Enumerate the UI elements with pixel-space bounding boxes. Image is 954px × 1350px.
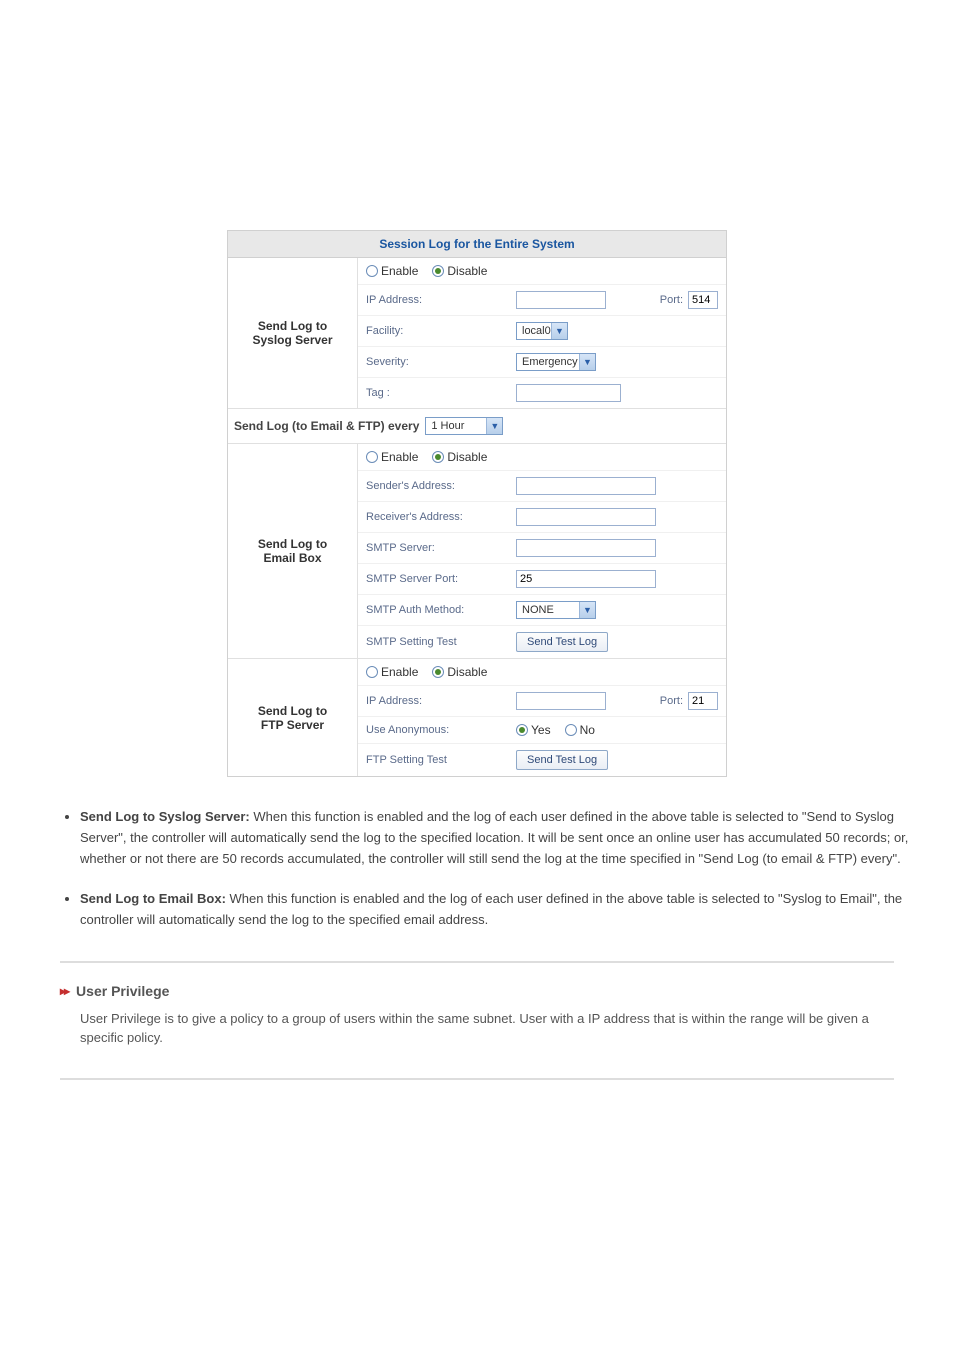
label-ftp-test: FTP Setting Test (366, 754, 516, 766)
input-ftp-ip[interactable] (516, 692, 606, 710)
section-title: User Privilege (76, 983, 169, 999)
select-interval[interactable]: 1 Hour ▼ (425, 417, 503, 435)
session-log-table: Session Log for the Entire System Send L… (227, 230, 727, 777)
label-smtp-server: SMTP Server: (366, 542, 516, 554)
table-title: Session Log for the Entire System (228, 231, 726, 258)
label-syslog-port: Port: (660, 294, 683, 306)
label-syslog-ip: IP Address: (366, 294, 516, 306)
explain-item-email: Send Log to Email Box: When this functio… (80, 889, 914, 931)
label-email-sender: Sender's Address: (366, 480, 516, 492)
chevron-down-icon: ▼ (486, 418, 502, 434)
section-email-label: Send Log to Email Box (228, 444, 358, 658)
section-syslog: Send Log to Syslog Server Enable Disable… (228, 258, 726, 409)
chevron-down-icon: ▼ (551, 323, 567, 339)
radio-anon-no[interactable]: No (565, 723, 595, 737)
row-interval: Send Log (to Email & FTP) every 1 Hour ▼ (228, 409, 726, 444)
radio-ftp-enable[interactable]: Enable (366, 665, 418, 679)
radio-email-enable[interactable]: Enable (366, 450, 418, 464)
btn-ftp-test[interactable]: Send Test Log (516, 750, 608, 770)
radio-syslog-disable[interactable]: Disable (432, 264, 487, 278)
section-email: Send Log to Email Box Enable Disable Sen… (228, 444, 726, 659)
label-smtp-auth: SMTP Auth Method: (366, 604, 516, 616)
label-smtp-test: SMTP Setting Test (366, 636, 516, 648)
label-syslog-facility: Facility: (366, 325, 516, 337)
section-header-user-privilege: ▸▸ User Privilege (60, 983, 914, 999)
label-ftp-anon: Use Anonymous: (366, 724, 516, 736)
section-ftp: Send Log to FTP Server Enable Disable IP… (228, 659, 726, 776)
select-syslog-severity[interactable]: Emergency ▼ (516, 353, 596, 371)
section-desc: User Privilege is to give a policy to a … (80, 1009, 894, 1048)
input-syslog-port[interactable] (688, 291, 718, 309)
select-syslog-facility[interactable]: local0 ▼ (516, 322, 568, 340)
radio-ftp-disable[interactable]: Disable (432, 665, 487, 679)
input-email-sender[interactable] (516, 477, 656, 495)
chevron-down-icon: ▼ (579, 602, 595, 618)
section-ftp-label: Send Log to FTP Server (228, 659, 358, 776)
input-smtp-port[interactable] (516, 570, 656, 588)
explain-item-syslog: Send Log to Syslog Server: When this fun… (80, 807, 914, 869)
radio-email-disable[interactable]: Disable (432, 450, 487, 464)
chevron-down-icon: ▼ (579, 354, 595, 370)
explanation-list: Send Log to Syslog Server: When this fun… (40, 807, 914, 931)
chevron-right-icon: ▸▸ (60, 984, 68, 998)
row-email-enable: Enable Disable (358, 444, 726, 471)
input-email-receiver[interactable] (516, 508, 656, 526)
label-syslog-severity: Severity: (366, 356, 516, 368)
row-ftp-enable: Enable Disable (358, 659, 726, 686)
input-smtp-server[interactable] (516, 539, 656, 557)
label-interval: Send Log (to Email & FTP) every (234, 419, 419, 433)
label-syslog-tag: Tag : (366, 387, 516, 399)
label-ftp-port: Port: (660, 695, 683, 707)
label-ftp-ip: IP Address: (366, 695, 516, 707)
btn-smtp-test[interactable]: Send Test Log (516, 632, 608, 652)
divider (60, 1078, 894, 1080)
row-syslog-enable: Enable Disable (358, 258, 726, 285)
input-syslog-ip[interactable] (516, 291, 606, 309)
input-ftp-port[interactable] (688, 692, 718, 710)
label-smtp-port: SMTP Server Port: (366, 573, 516, 585)
input-syslog-tag[interactable] (516, 384, 621, 402)
radio-syslog-enable[interactable]: Enable (366, 264, 418, 278)
radio-anon-yes[interactable]: Yes (516, 723, 551, 737)
label-email-receiver: Receiver's Address: (366, 511, 516, 523)
select-smtp-auth[interactable]: NONE ▼ (516, 601, 596, 619)
section-syslog-label: Send Log to Syslog Server (228, 258, 358, 408)
divider (60, 961, 894, 963)
